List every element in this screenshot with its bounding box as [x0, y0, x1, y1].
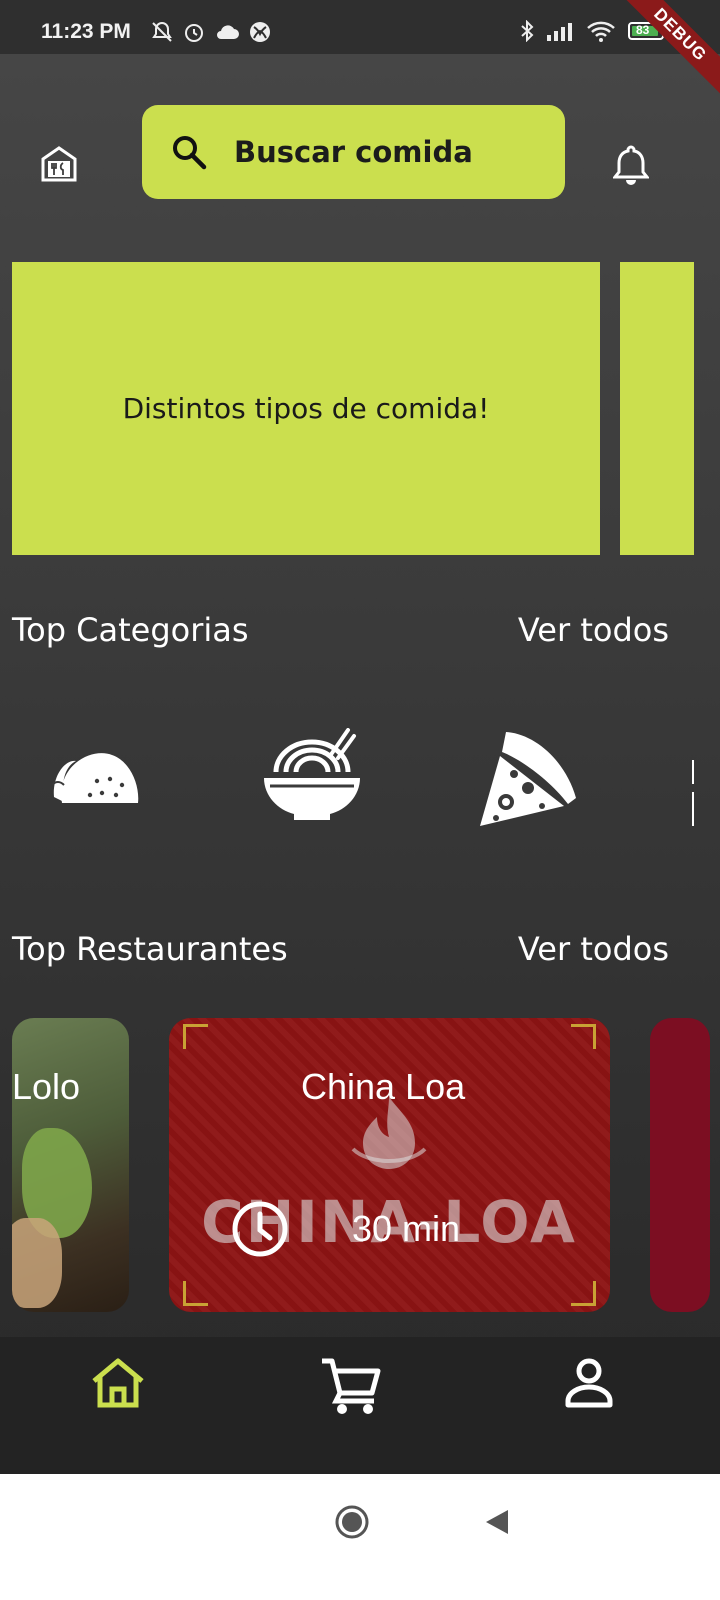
mute-icon	[152, 21, 172, 42]
ornament-corner	[183, 1281, 208, 1306]
status-left-icons	[150, 20, 272, 44]
debug-banner: DEBUG	[614, 0, 720, 101]
search-bar[interactable]: Buscar comida	[142, 105, 565, 199]
restaurant-name: Lolo	[12, 1066, 81, 1107]
wifi-icon	[587, 21, 615, 42]
status-time: 11:23 PM	[41, 20, 131, 43]
back-triangle-icon[interactable]	[484, 1508, 510, 1536]
search-icon	[173, 136, 207, 170]
signal-icon	[547, 23, 572, 41]
ornament-corner	[183, 1024, 208, 1049]
alarm-icon	[185, 24, 203, 42]
status-right-icons: 83	[520, 20, 664, 42]
top-categories-see-all-link[interactable]: Ver todos	[518, 611, 669, 649]
top-restaurants-title: Top Restaurantes	[12, 930, 288, 968]
home-icon[interactable]	[90, 1357, 146, 1409]
cart-icon[interactable]	[320, 1357, 382, 1415]
bluetooth-icon	[521, 20, 534, 42]
home-circle-icon[interactable]	[334, 1504, 370, 1540]
restaurant-card-next[interactable]	[650, 1018, 710, 1312]
profile-icon[interactable]	[564, 1357, 614, 1409]
taco-icon[interactable]	[52, 745, 140, 807]
banner-text: Distintos tipos de comida!	[122, 392, 490, 425]
ornament-corner	[571, 1281, 596, 1306]
battery-level: 83	[636, 23, 650, 37]
top-restaurants-see-all-link[interactable]: Ver todos	[518, 930, 669, 968]
cloud-icon	[217, 25, 239, 39]
category-next-partial-2	[692, 792, 694, 826]
top-categories-title: Top Categorias	[12, 611, 249, 649]
restaurant-name: China Loa	[301, 1066, 466, 1107]
bottom-nav	[0, 1337, 720, 1474]
restaurant-card-china-loa[interactable]: CHINA-LOA China Loa 30 min	[169, 1018, 610, 1312]
promo-banner-next[interactable]	[620, 262, 694, 555]
status-bar: 11:23 PM 83 DEBUG	[0, 0, 720, 101]
food-photo-bread	[12, 1218, 62, 1308]
category-next-partial	[692, 760, 694, 784]
restaurant-card-lolo[interactable]: Lolo	[12, 1018, 129, 1312]
clock-icon	[232, 1201, 288, 1257]
delivery-time: 30 min	[352, 1208, 461, 1249]
pizza-slice-icon[interactable]	[478, 728, 578, 826]
ramen-bowl-icon[interactable]	[262, 728, 362, 826]
restaurant-home-icon[interactable]	[40, 145, 78, 183]
search-placeholder: Buscar comida	[234, 135, 473, 169]
ornament-corner	[571, 1024, 596, 1049]
promo-banner[interactable]: Distintos tipos de comida!	[12, 262, 600, 555]
system-navigation-bar	[0, 1474, 720, 1600]
xbox-icon	[250, 22, 270, 42]
bell-icon[interactable]	[613, 143, 649, 185]
